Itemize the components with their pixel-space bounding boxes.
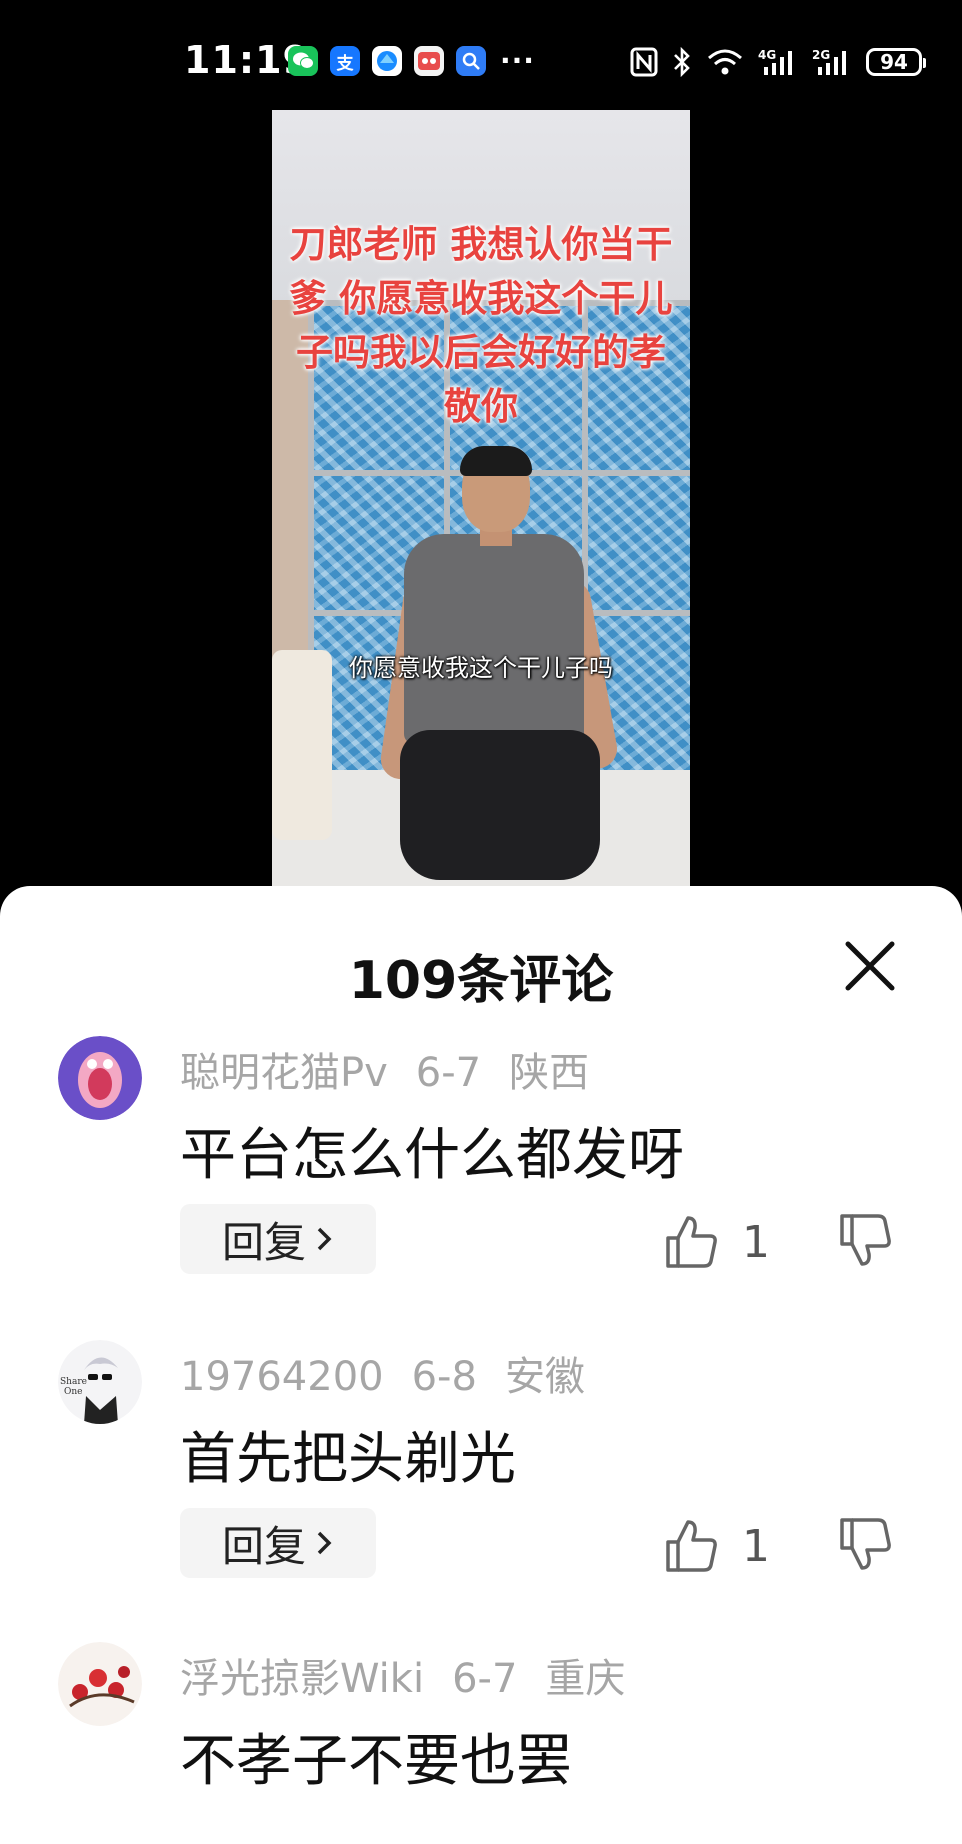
signal-2g-label: 2G <box>812 48 830 62</box>
thumbs-down-icon <box>840 1214 891 1266</box>
bluetooth-icon <box>672 47 692 77</box>
person-shorts <box>400 730 600 880</box>
person-shirt <box>404 534 584 744</box>
thumbs-up-icon <box>666 1216 717 1268</box>
video-overlay-text: 刀郎老师 我想认你当干爹 你愿意收我这个干儿子吗我以后会好好的孝敬你 <box>289 223 673 428</box>
alipay-icon: 支 <box>330 46 360 76</box>
browser-icon <box>372 46 402 76</box>
comment-meta: 聪明花猫Pv 6-7 陕西 <box>180 1040 617 1098</box>
svg-text:Share: Share <box>60 1377 87 1387</box>
like-count: 1 <box>742 1216 770 1268</box>
dislike-button[interactable] <box>838 1212 898 1272</box>
reply-label: 回复 <box>221 1217 306 1267</box>
comment-meta: 浮光掠影Wiki 6-7 重庆 <box>180 1646 653 1704</box>
comment-username[interactable]: 19764200 <box>180 1354 384 1400</box>
comment-date: 6-7 <box>415 1050 482 1096</box>
status-bar: 11:19 支 ··· 4G 2G 94 <box>0 0 962 118</box>
comment-username[interactable]: 聪明花猫Pv <box>180 1050 388 1096</box>
like-button[interactable]: 1 <box>664 1516 770 1576</box>
like-button[interactable]: 1 <box>664 1212 770 1272</box>
avatar[interactable]: Share One <box>58 1340 142 1424</box>
signal-4g-icon: 4G <box>758 47 798 77</box>
reply-label: 回复 <box>221 1521 306 1571</box>
nfc-icon <box>630 47 658 77</box>
screen: 11:19 支 ··· 4G 2G 94 刀郎老师 我想认你当干爹 你愿意收我这… <box>0 0 962 1844</box>
battery-indicator: 94 <box>866 48 926 76</box>
game-icon <box>414 46 444 76</box>
avatar[interactable] <box>58 1642 142 1726</box>
signal-4g-label: 4G <box>758 48 776 62</box>
dislike-button[interactable] <box>838 1516 898 1576</box>
thumbs-up-icon <box>666 1520 717 1572</box>
chevron-right-icon <box>317 1227 332 1251</box>
status-indicators: 4G 2G 94 <box>616 44 926 80</box>
comment-text: 首先把头剃光 <box>180 1427 516 1492</box>
comment-location: 陕西 <box>509 1050 590 1096</box>
comment-date: 6-7 <box>452 1656 518 1702</box>
comment-location: 安徽 <box>504 1354 585 1400</box>
like-count: 1 <box>742 1520 770 1572</box>
comment-date: 6-8 <box>411 1354 477 1400</box>
chevron-right-icon <box>317 1531 332 1555</box>
close-button[interactable] <box>840 936 900 996</box>
reply-button[interactable]: 回复 <box>180 1508 376 1578</box>
reply-button[interactable]: 回复 <box>180 1204 376 1274</box>
battery-level: 94 <box>866 48 926 76</box>
video-player[interactable]: 刀郎老师 我想认你当干爹 你愿意收我这个干儿子吗我以后会好好的孝敬你 你愿意收我… <box>272 110 690 900</box>
thumbs-down-icon <box>840 1518 891 1570</box>
comments-title: 109条评论 <box>348 951 614 1011</box>
more-notifications-icon: ··· <box>500 44 535 77</box>
comment-text: 平台怎么什么都发呀 <box>180 1123 684 1188</box>
comments-panel: 109条评论 聪明花猫Pv 6-7 陕西 平台怎么什么都发呀 回复 1 Shar… <box>0 886 962 1844</box>
close-icon <box>845 941 895 991</box>
video-subtitle: 你愿意收我这个干儿子吗 <box>349 654 613 682</box>
search-icon <box>456 46 486 76</box>
wechat-icon <box>288 46 318 76</box>
signal-2g-icon: 2G <box>812 47 852 77</box>
comment-location: 重庆 <box>545 1656 626 1702</box>
comment-text: 不孝子不要也罢 <box>180 1729 572 1794</box>
comment-meta: 19764200 6-8 安徽 <box>180 1344 613 1402</box>
svg-text:One: One <box>64 1387 83 1397</box>
comment-username[interactable]: 浮光掠影Wiki <box>180 1656 424 1702</box>
wifi-icon <box>706 48 744 76</box>
avatar[interactable] <box>58 1036 142 1120</box>
